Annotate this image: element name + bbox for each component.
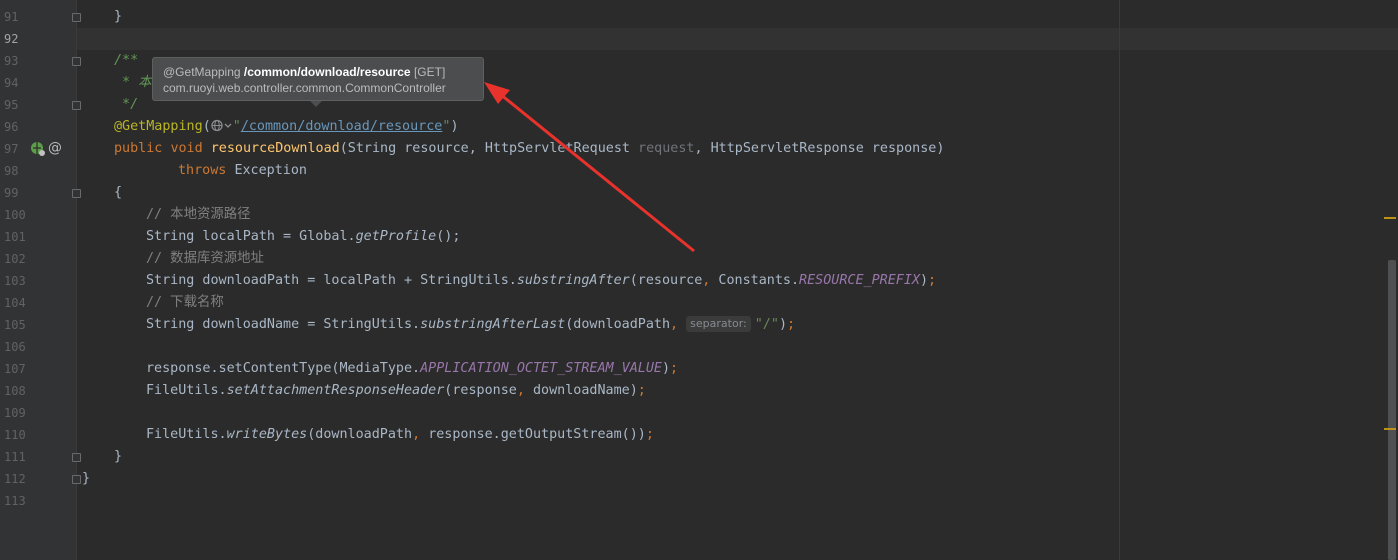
warning-marker[interactable] (1384, 217, 1396, 219)
red-arrow-annotation (484, 82, 695, 253)
scrollbar-thumb[interactable] (1388, 260, 1396, 560)
warning-marker[interactable] (1384, 428, 1396, 430)
